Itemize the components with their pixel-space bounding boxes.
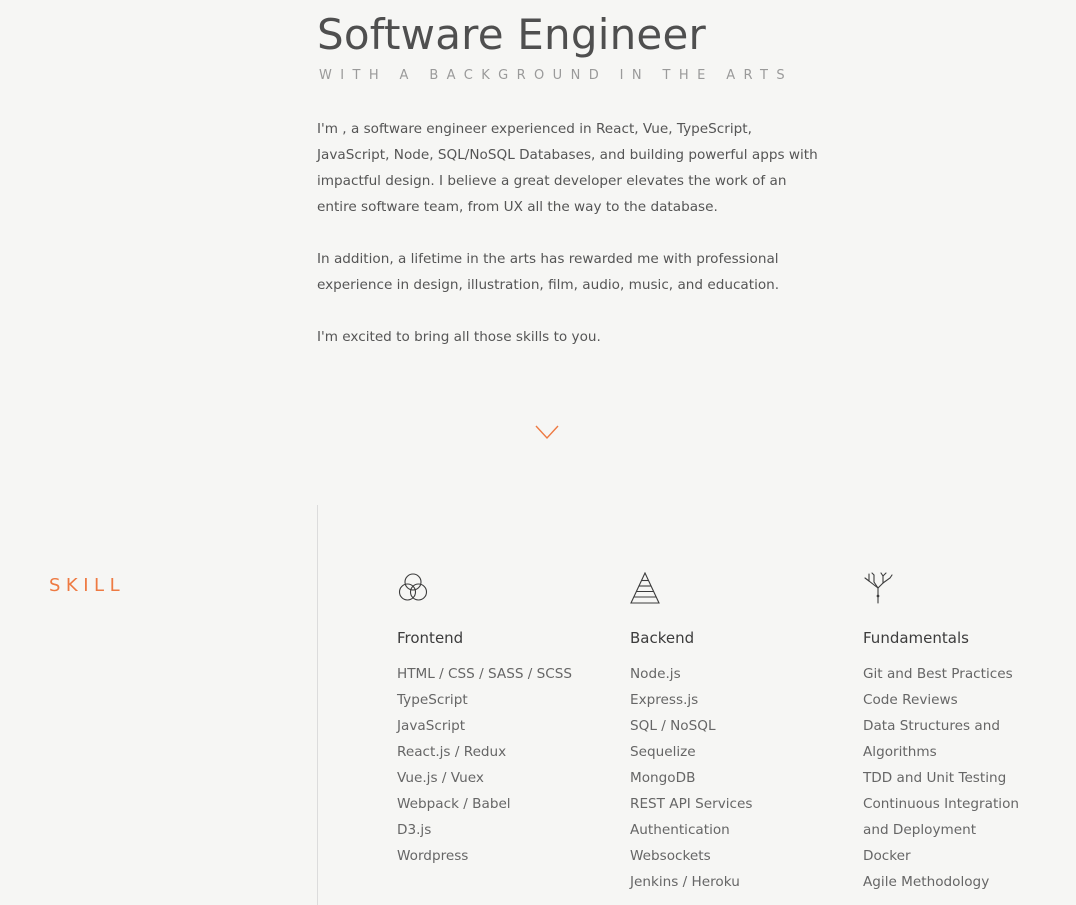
- intro-paragraph: In addition, a lifetime in the arts has …: [317, 251, 780, 293]
- list-item: Agile Methodology: [863, 874, 990, 890]
- intro-paragraph: I'm , a software engineer experienced in…: [317, 121, 818, 215]
- list-item: Sequelize: [630, 744, 696, 760]
- tree-roots-icon: [864, 572, 893, 604]
- skill-column-title: Fundamentals: [863, 629, 969, 647]
- list-item: REST API Services: [630, 796, 753, 812]
- pyramid-icon: [630, 572, 660, 604]
- list-item: Jenkins / Heroku: [630, 874, 740, 890]
- list-item: Wordpress: [397, 848, 469, 864]
- list-item: Express.js: [630, 692, 699, 708]
- page-title: Software Engineer: [317, 10, 706, 59]
- list-item: SQL / NoSQL: [630, 718, 716, 734]
- chevron-down-icon[interactable]: [535, 424, 559, 440]
- section-divider: [317, 505, 318, 905]
- list-item: Webpack / Babel: [397, 796, 511, 812]
- list-item: Docker: [863, 848, 911, 864]
- list-item: TypeScript: [397, 692, 468, 708]
- skill-list: Node.js Express.js SQL / NoSQL Sequelize…: [630, 661, 752, 895]
- skill-column-title: Backend: [630, 629, 695, 647]
- skill-column-fundamentals: Fundamentals Git and Best Practices Code…: [863, 572, 1043, 890]
- venn-circles-icon: [398, 573, 428, 601]
- list-item: Git and Best Practices: [863, 666, 1013, 682]
- skill-column-title: Frontend: [397, 629, 464, 647]
- intro-text: I'm , a software engineer experienced in…: [317, 116, 823, 376]
- list-item: Websockets: [630, 848, 711, 864]
- skill-column-frontend: Frontend HTML / CSS / SASS / SCSS TypeSc…: [397, 572, 597, 864]
- skill-section-label: SKILL: [49, 575, 126, 596]
- list-item: Continuous Integration and Deployment: [863, 796, 1020, 838]
- list-item: HTML / CSS / SASS / SCSS: [397, 666, 573, 682]
- list-item: JavaScript: [397, 718, 466, 734]
- list-item: TDD and Unit Testing: [863, 770, 1007, 786]
- list-item: Vue.js / Vuex: [397, 770, 484, 786]
- list-item: Node.js: [630, 666, 681, 682]
- list-item: D3.js: [397, 822, 432, 838]
- list-item: MongoDB: [630, 770, 696, 786]
- intro-paragraph: I'm excited to bring all those skills to…: [317, 329, 601, 345]
- list-item: Data Structures and Algorithms: [863, 718, 1000, 760]
- list-item: Code Reviews: [863, 692, 958, 708]
- list-item: Authentication: [630, 822, 730, 838]
- list-item: React.js / Redux: [397, 744, 507, 760]
- skill-list: HTML / CSS / SASS / SCSS TypeScript Java…: [397, 661, 572, 869]
- skill-column-backend: Backend Node.js Express.js SQL / NoSQL S…: [630, 572, 830, 890]
- page-subtitle: WITH A BACKGROUND IN THE ARTS: [319, 68, 793, 83]
- skill-list: Git and Best Practices Code Reviews Data…: [863, 661, 1035, 895]
